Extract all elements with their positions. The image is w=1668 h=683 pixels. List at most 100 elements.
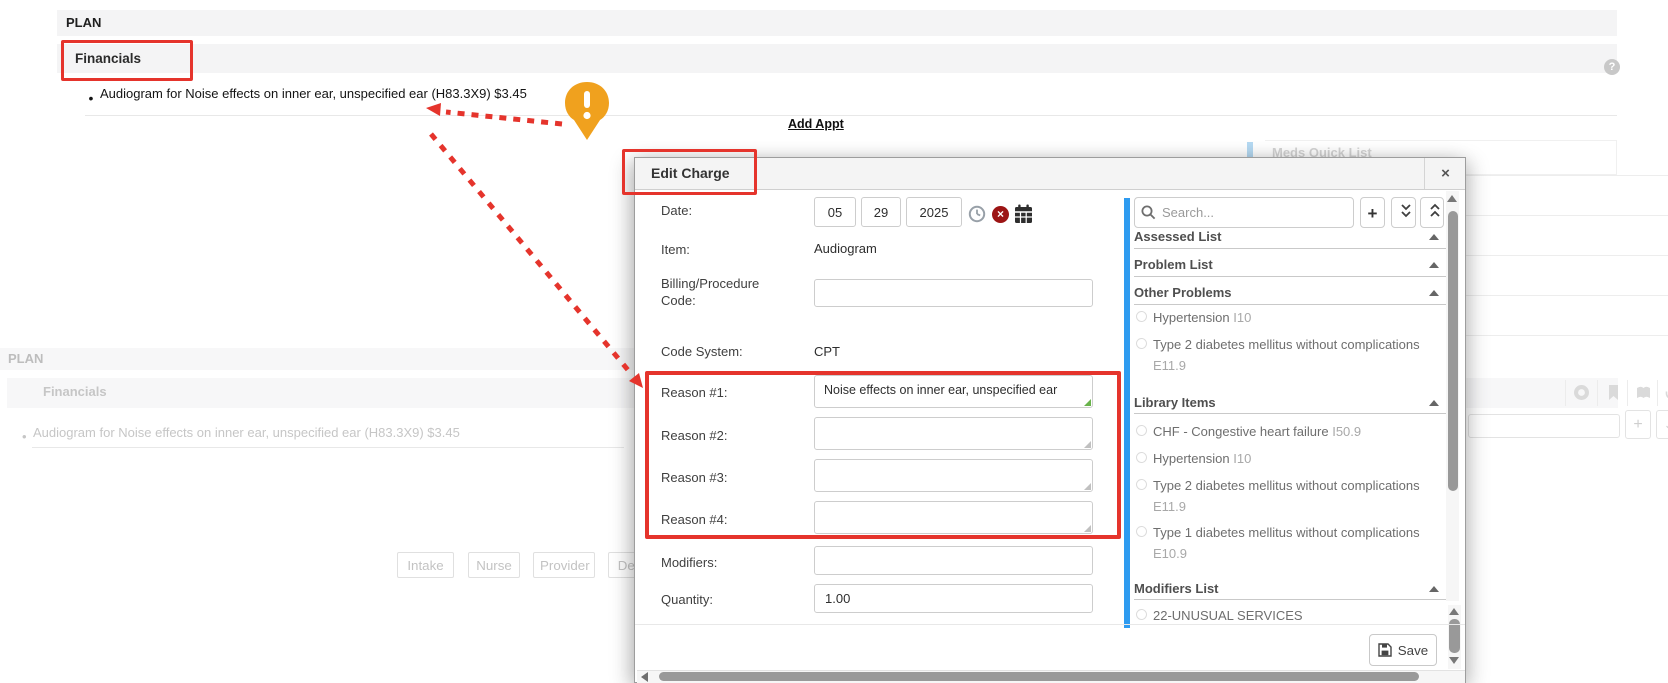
dim-financials-label: Financials — [43, 384, 107, 399]
divider — [1627, 380, 1628, 406]
date-day-input[interactable] — [861, 197, 901, 227]
help-icon[interactable]: ? — [1604, 59, 1620, 75]
resize-handle-icon[interactable] — [1084, 525, 1091, 532]
diagnosis-radio[interactable] — [1136, 452, 1147, 463]
intake-tab-button[interactable]: Intake — [397, 552, 454, 578]
collapse-caret-icon[interactable] — [1429, 586, 1439, 592]
plan-section-header: PLAN — [57, 10, 1617, 36]
reason4-textarea[interactable] — [814, 501, 1093, 534]
charge-line-item: Audiogram for Noise effects on inner ear… — [100, 86, 527, 101]
collapse-caret-icon[interactable] — [1429, 234, 1439, 240]
modifier-radio[interactable] — [1136, 609, 1147, 620]
divider — [1657, 380, 1658, 406]
collapse-caret-icon[interactable] — [1429, 262, 1439, 268]
book-icon[interactable] — [1635, 384, 1652, 401]
section-problem-list[interactable]: Problem List — [1134, 257, 1213, 272]
help-icon[interactable] — [1573, 384, 1590, 401]
close-icon[interactable]: × — [1425, 158, 1466, 189]
section-assessed-list[interactable]: Assessed List — [1134, 229, 1221, 244]
section-library-items[interactable]: Library Items — [1134, 395, 1216, 410]
double-chevron-up-icon — [1427, 200, 1443, 224]
modifiers-input[interactable] — [814, 546, 1093, 575]
list-item[interactable]: CHF - Congestive heart failure I50.9 — [1153, 421, 1445, 442]
bullet-icon: • — [22, 429, 30, 444]
diagnosis-code: I10 — [1233, 310, 1251, 325]
nurse-tab-button[interactable]: Nurse — [468, 552, 520, 578]
diagnosis-name: Hypertension — [1153, 451, 1230, 466]
reason1-textarea[interactable] — [814, 375, 1093, 408]
reason2-label: Reason #2: — [661, 427, 791, 444]
date-month-input[interactable] — [814, 197, 856, 227]
date-year-input[interactable] — [906, 197, 962, 227]
edit-charge-dialog: Edit Charge × Date: × Item: Audiogram Bi… — [634, 157, 1466, 683]
expand-all-button[interactable] — [1391, 197, 1416, 228]
list-item[interactable]: 22-UNUSUAL SERVICES — [1153, 605, 1445, 626]
divider — [1134, 599, 1446, 600]
provider-tab-button[interactable]: Provider — [533, 552, 595, 578]
divider — [1134, 304, 1446, 305]
section-modifiers-list[interactable]: Modifiers List — [1134, 581, 1219, 596]
section-other-problems[interactable]: Other Problems — [1134, 285, 1232, 300]
list-item[interactable]: Hypertension I10 — [1153, 307, 1445, 328]
billing-code-label: Billing/Procedure Code: — [661, 275, 781, 309]
divider — [1466, 335, 1668, 336]
diagnosis-code: E11.9 — [1153, 499, 1186, 514]
reason2-textarea[interactable] — [814, 417, 1093, 450]
dialog-title: Edit Charge — [651, 165, 730, 181]
diagnosis-radio[interactable] — [1136, 338, 1147, 349]
billing-code-input[interactable] — [814, 279, 1093, 307]
dialog-header: Edit Charge × — [635, 158, 1465, 190]
item-label: Item: — [661, 241, 791, 258]
quantity-label: Quantity: — [661, 591, 791, 608]
search-input[interactable] — [1134, 197, 1354, 228]
reason3-textarea[interactable] — [814, 459, 1093, 492]
diagnosis-radio[interactable] — [1136, 479, 1147, 490]
resize-handle-icon[interactable] — [1084, 441, 1091, 448]
list-item[interactable]: Type 2 diabetes mellitus without complic… — [1153, 475, 1445, 517]
list-item[interactable]: Type 1 diabetes mellitus without complic… — [1153, 522, 1445, 564]
microphone-icon[interactable] — [1663, 384, 1668, 401]
diagnosis-code: I10 — [1233, 451, 1251, 466]
divider — [1134, 276, 1446, 277]
scroll-down-icon[interactable] — [1449, 657, 1459, 664]
resize-handle-icon[interactable] — [1084, 483, 1091, 490]
clock-icon[interactable] — [968, 205, 986, 223]
diagnosis-name: Hypertension — [1153, 310, 1230, 325]
bookmark-icon[interactable] — [1605, 384, 1622, 401]
list-item[interactable]: Hypertension I10 — [1153, 448, 1445, 469]
modifiers-label: Modifiers: — [661, 554, 791, 571]
divider — [32, 447, 624, 448]
diagnosis-radio[interactable] — [1136, 311, 1147, 322]
quantity-input[interactable] — [814, 584, 1093, 613]
diagnosis-code: I50.9 — [1332, 424, 1361, 439]
scroll-left-icon[interactable] — [641, 672, 648, 682]
save-button[interactable]: Save — [1369, 634, 1437, 666]
scroll-up-icon[interactable] — [1447, 195, 1457, 202]
collapse-all-button[interactable] — [1420, 197, 1444, 228]
diagnosis-radio[interactable] — [1136, 425, 1147, 436]
diagnosis-name: Type 1 diabetes mellitus without complic… — [1153, 525, 1420, 540]
code-system-label: Code System: — [661, 343, 791, 360]
divider — [1134, 413, 1446, 414]
calendar-icon[interactable] — [1014, 204, 1033, 224]
dim-expand-button[interactable]: ⌄ — [1656, 410, 1668, 439]
dim-add-button[interactable]: + — [1625, 410, 1651, 439]
scrollbar-thumb[interactable] — [659, 672, 1419, 681]
resize-handle-icon[interactable] — [1084, 399, 1091, 406]
divider — [1466, 175, 1668, 176]
divider — [1565, 380, 1566, 406]
diagnosis-name: Type 2 diabetes mellitus without complic… — [1153, 478, 1420, 493]
diagnosis-code: E10.9 — [1153, 546, 1187, 561]
clear-date-icon[interactable]: × — [992, 206, 1009, 223]
diagnosis-radio[interactable] — [1136, 526, 1147, 537]
dim-text-input[interactable] — [1468, 414, 1620, 438]
add-diagnosis-button[interactable]: + — [1360, 197, 1385, 228]
add-appt-link[interactable]: Add Appt — [788, 117, 844, 131]
collapse-caret-icon[interactable] — [1429, 290, 1439, 296]
diagnosis-name: CHF - Congestive heart failure — [1153, 424, 1329, 439]
list-item[interactable]: Type 2 diabetes mellitus without complic… — [1153, 334, 1445, 376]
item-value: Audiogram — [814, 241, 877, 256]
scroll-up-icon[interactable] — [1449, 608, 1459, 615]
scrollbar-thumb[interactable] — [1448, 211, 1458, 491]
collapse-caret-icon[interactable] — [1429, 400, 1439, 406]
